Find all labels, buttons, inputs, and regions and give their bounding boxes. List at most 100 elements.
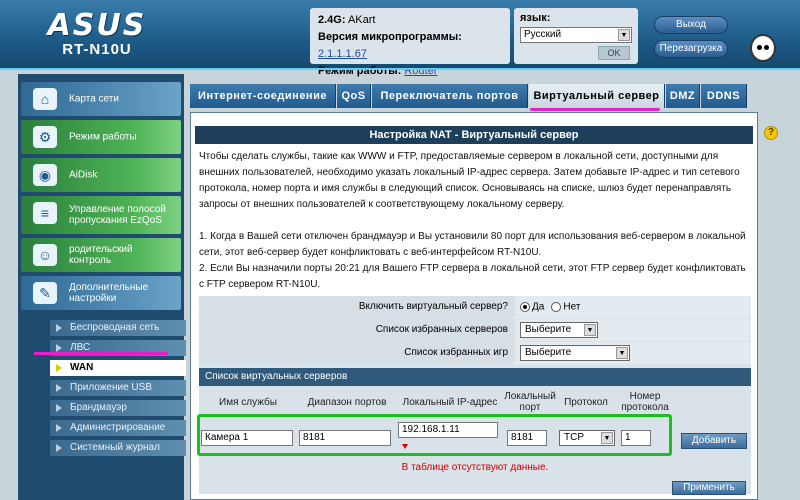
fav-servers-value: Выберите ▼	[516, 319, 751, 341]
wan-highlight-mark	[34, 352, 168, 355]
enable-yes-radio[interactable]	[520, 302, 530, 313]
sidebar-item-administration[interactable]: Администрирование	[50, 420, 186, 436]
arrow-right-icon	[56, 384, 62, 392]
tab-ddns[interactable]: DDNS	[701, 84, 747, 108]
description: Чтобы сделать службы, такие как WWW и FT…	[199, 149, 751, 293]
chevron-down-icon: ▼	[584, 324, 596, 336]
language-label: язык:	[520, 12, 551, 24]
sidebar-item-label: AiDisk	[69, 169, 98, 181]
fav-games-selected: Выберите	[525, 347, 572, 358]
sidebar-item-network-map[interactable]: ⌂ Карта сети	[21, 82, 181, 116]
sidebar-item-wireless[interactable]: Беспроводная сеть	[50, 320, 186, 336]
fav-games-value: Выберите ▼	[516, 342, 751, 364]
language-select[interactable]: Русский ▼	[520, 27, 632, 43]
tab-port-switch[interactable]: Переключатель портов	[372, 84, 528, 108]
sidebar-item-aidisk[interactable]: ◉ AiDisk	[21, 158, 181, 192]
firmware-link[interactable]: 2.1.1.1.67	[318, 48, 367, 60]
desc-note-2: 2. Если Вы назначили порты 20:21 для Ваш…	[199, 263, 746, 290]
mode-link[interactable]: Router	[404, 65, 437, 77]
sidebar: ⌂ Карта сети ⚙ Режим работы ◉ AiDisk ≡ У…	[18, 74, 186, 500]
column-header: Диапазон портов	[307, 396, 387, 408]
arrow-right-icon	[56, 424, 62, 432]
advanced-settings-icon: ✎	[33, 282, 57, 304]
fav-servers-selected: Выберите	[525, 324, 572, 335]
fav-games-label: Список избранных игр	[199, 342, 514, 364]
fav-games-row: Список избранных игр Выберите ▼	[199, 342, 751, 364]
add-button[interactable]: Добавить	[681, 433, 747, 449]
arrow-right-icon	[56, 344, 62, 352]
ssid-value: AKart	[347, 14, 376, 26]
ssid-label: 2.4G:	[318, 14, 346, 26]
network-map-icon: ⌂	[33, 88, 57, 110]
mascot-icon	[750, 34, 776, 62]
firmware-label: Версия микропрограммы:	[318, 31, 462, 43]
sidebar-item-wan[interactable]: WAN	[50, 360, 186, 376]
parental-control-icon: ☺	[33, 244, 57, 266]
header-divider	[0, 68, 800, 70]
logout-button[interactable]: Выход	[654, 16, 728, 34]
status-info-panel: 2.4G: AKart Версия микропрограммы: 2.1.1…	[310, 8, 510, 77]
fav-servers-row: Список избранных серверов Выберите ▼	[199, 319, 751, 341]
column-header: Имя службы	[219, 396, 277, 408]
tab-dmz[interactable]: DMZ	[666, 84, 700, 108]
operation-mode-icon: ⚙	[33, 126, 57, 148]
arrow-right-icon	[56, 364, 62, 372]
enable-row: Включить виртуальный сервер? Да Нет	[199, 296, 751, 318]
sidebar-item-label: Администрирование	[70, 422, 166, 433]
sidebar-item-label: Беспроводная сеть	[70, 322, 160, 333]
sidebar-item-usb-app[interactable]: Приложение USB	[50, 380, 186, 396]
enable-no-label: Нет	[563, 301, 581, 313]
column-header: Номер протокола	[621, 391, 669, 413]
desc-intro: Чтобы сделать службы, такие как WWW и FT…	[199, 151, 740, 210]
fav-servers-label: Список избранных серверов	[199, 319, 514, 341]
sidebar-item-label: Брандмауэр	[70, 402, 127, 413]
sidebar-item-label: Карта сети	[69, 93, 119, 105]
tab-qos[interactable]: QoS	[337, 84, 371, 108]
ezqos-icon: ≡	[33, 202, 57, 224]
sidebar-item-label: WAN	[70, 362, 94, 373]
column-header: Локальный порт	[504, 391, 556, 413]
column-header: Локальный IP-адрес	[402, 396, 498, 408]
model-name: RT-N10U	[62, 41, 132, 58]
arrow-right-icon	[56, 324, 62, 332]
server-list-title: Список виртуальных серверов	[199, 368, 751, 386]
sidebar-item-label: Системный журнал	[70, 442, 160, 453]
column-header: Протокол	[564, 396, 608, 408]
arrow-right-icon	[56, 444, 62, 452]
aidisk-icon: ◉	[33, 164, 57, 186]
fav-servers-select[interactable]: Выберите ▼	[520, 322, 598, 338]
brand-logo[interactable]: ASUS	[32, 8, 162, 43]
sidebar-item-label: Режим работы	[69, 131, 137, 143]
logo-area: ASUS RT-N10U	[0, 0, 190, 70]
sidebar-item-advanced-settings[interactable]: ✎ Дополнительные настройки	[21, 276, 181, 310]
language-ok-button[interactable]: OK	[598, 46, 630, 60]
chevron-down-icon: ▼	[616, 347, 628, 359]
entry-highlight-box	[197, 414, 672, 456]
page-title: Настройка NAT - Виртуальный сервер	[195, 126, 753, 144]
sidebar-item-firewall[interactable]: Брандмауэр	[50, 400, 186, 416]
sidebar-item-ezqos[interactable]: ≡ Управление полосой пропускания EzQoS	[21, 196, 181, 234]
sidebar-item-operation-mode[interactable]: ⚙ Режим работы	[21, 120, 181, 154]
sidebar-item-label: Дополнительные настройки	[69, 282, 149, 304]
tab-internet-connection[interactable]: Интернет-соединение	[190, 84, 336, 108]
sidebar-item-parental-control[interactable]: ☺ родительский контроль	[21, 238, 181, 272]
language-selected: Русский	[524, 29, 562, 40]
empty-table-message: В таблице отсутствуют данные.	[401, 462, 549, 473]
reboot-button[interactable]: Перезагрузка	[654, 40, 728, 58]
enable-yes-label: Да	[532, 301, 545, 313]
arrow-right-icon	[56, 404, 62, 412]
help-icon[interactable]: ?	[764, 126, 778, 140]
tab-virtual-server[interactable]: Виртуальный сервер	[529, 84, 665, 108]
tab-highlight-mark	[530, 108, 660, 111]
apply-button[interactable]: Применить	[672, 481, 746, 495]
sidebar-item-system-log[interactable]: Системный журнал	[50, 440, 186, 456]
fav-games-select[interactable]: Выберите ▼	[520, 345, 630, 361]
enable-value: Да Нет	[516, 296, 751, 318]
header: ASUS RT-N10U 2.4G: AKart Версия микропро…	[0, 0, 800, 77]
enable-no-radio[interactable]	[551, 302, 562, 313]
sidebar-item-label: Управление полосой пропускания EzQoS	[69, 204, 166, 226]
chevron-down-icon: ▼	[618, 29, 630, 41]
desc-note-1: 1. Когда в Вашей сети отключен брандмауэ…	[199, 231, 746, 258]
sidebar-item-label: родительский контроль	[69, 244, 133, 266]
enable-label: Включить виртуальный сервер?	[199, 296, 514, 318]
